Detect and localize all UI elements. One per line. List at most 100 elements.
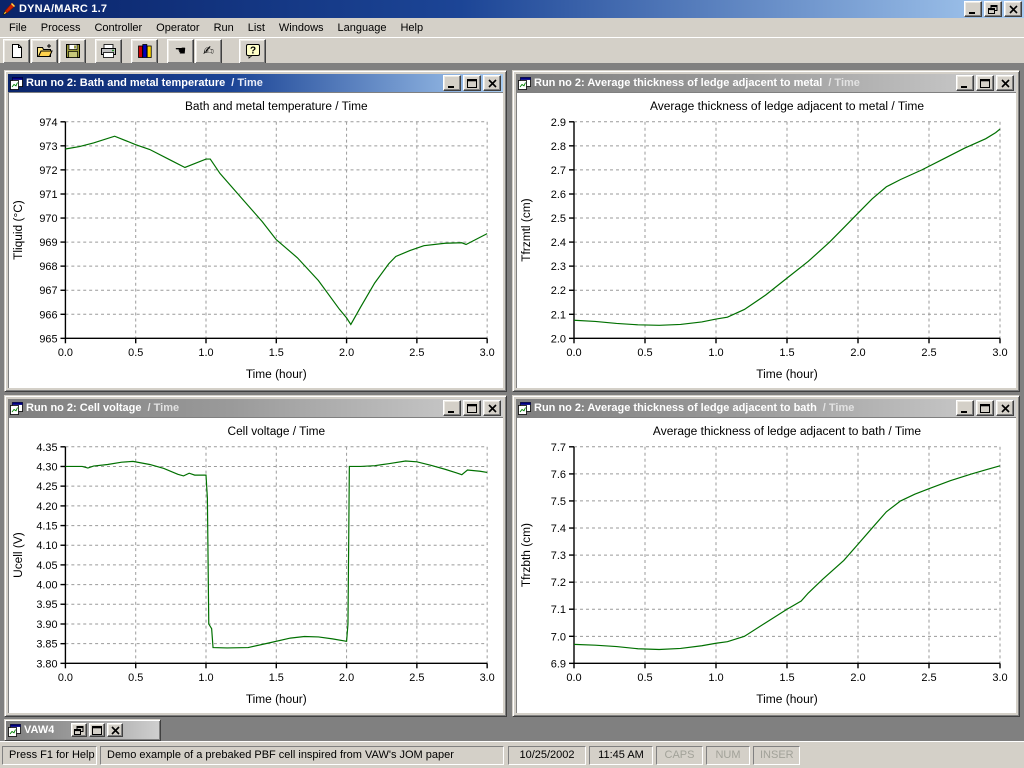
svg-text:7.5: 7.5 <box>551 496 566 508</box>
save-file-button[interactable] <box>59 39 86 64</box>
svg-text:1.5: 1.5 <box>269 347 284 359</box>
minimize-button[interactable] <box>956 75 974 91</box>
svg-text:2.5: 2.5 <box>921 347 936 359</box>
help-button[interactable]: ? <box>239 39 266 64</box>
window-title-suffix: / Time <box>823 402 855 414</box>
svg-text:7.6: 7.6 <box>551 469 566 481</box>
svg-text:7.0: 7.0 <box>551 631 566 643</box>
menu-run[interactable]: Run <box>207 20 241 36</box>
maximize-button[interactable] <box>463 75 481 91</box>
window-caption-buttons <box>956 75 1014 91</box>
statusbar: Press F1 for Help Demo example of a preb… <box>0 741 1024 768</box>
chart-client-area: 2.92.82.72.62.52.42.32.22.12.00.00.51.01… <box>516 92 1016 388</box>
window-titlebar[interactable]: Run no 2: Average thickness of ledge adj… <box>516 74 1016 92</box>
menu-windows[interactable]: Windows <box>272 20 331 36</box>
window-title-suffix: / Time <box>148 402 180 414</box>
svg-text:Tfrzmtl (cm): Tfrzmtl (cm) <box>519 198 533 261</box>
print-button[interactable] <box>95 39 122 64</box>
svg-text:2.9: 2.9 <box>551 117 566 129</box>
app-close-button[interactable] <box>1004 1 1022 17</box>
svg-text:973: 973 <box>39 141 57 153</box>
window-titlebar[interactable]: Run no 2: Cell voltage / Time <box>8 399 503 417</box>
graph-library-button[interactable] <box>131 39 158 64</box>
menu-process[interactable]: Process <box>34 20 88 36</box>
svg-text:0.0: 0.0 <box>58 672 73 684</box>
minimize-button[interactable] <box>956 400 974 416</box>
new-document-button[interactable] <box>3 39 30 64</box>
window-caption-buttons <box>443 400 501 416</box>
help-icon: ? <box>245 43 261 59</box>
window-bath-metal-temperature: Run no 2: Bath and metal temperature / T… <box>4 70 507 392</box>
maximize-button[interactable] <box>463 400 481 416</box>
svg-text:2.0: 2.0 <box>339 347 354 359</box>
hand-point-document-icon: ☚ <box>175 45 187 58</box>
window-icon <box>518 402 531 415</box>
window-ledge-bath: Run no 2: Average thickness of ledge adj… <box>512 395 1020 717</box>
application-window: DYNA/MARC 1.7 File Process Controller Op… <box>0 0 1024 768</box>
close-button[interactable] <box>107 723 123 737</box>
minimize-button[interactable] <box>443 75 461 91</box>
svg-text:2.6: 2.6 <box>551 189 566 201</box>
close-button[interactable] <box>996 400 1014 416</box>
svg-text:968: 968 <box>39 261 57 273</box>
window-title: Run no 2: Cell voltage <box>26 402 142 414</box>
svg-text:3.0: 3.0 <box>480 347 495 359</box>
app-titlebar[interactable]: DYNA/MARC 1.7 <box>0 0 1024 18</box>
menu-list[interactable]: List <box>241 20 272 36</box>
svg-text:2.3: 2.3 <box>551 261 566 273</box>
svg-text:7.2: 7.2 <box>551 577 566 589</box>
app-icon <box>2 2 16 16</box>
svg-text:965: 965 <box>39 333 57 345</box>
menu-help[interactable]: Help <box>393 20 430 36</box>
menu-operator[interactable]: Operator <box>149 20 206 36</box>
svg-text:0.5: 0.5 <box>637 672 652 684</box>
svg-text:Tfrzbth (cm): Tfrzbth (cm) <box>519 523 533 587</box>
svg-text:Average thickness of ledge adj: Average thickness of ledge adjacent to m… <box>650 99 924 113</box>
hand-point-document-button[interactable]: ☚ <box>167 39 194 64</box>
open-folder-icon <box>36 43 53 59</box>
svg-text:1.5: 1.5 <box>269 672 284 684</box>
window-titlebar[interactable]: Run no 2: Bath and metal temperature / T… <box>8 74 503 92</box>
window-title-suffix: / Time <box>231 77 263 89</box>
svg-text:7.3: 7.3 <box>551 550 566 562</box>
svg-text:?: ? <box>249 46 255 57</box>
chart-client-area: 7.77.67.57.47.37.27.17.06.90.00.51.01.52… <box>516 417 1016 713</box>
svg-text:7.4: 7.4 <box>551 523 566 535</box>
chart-ledge-metal-thickness: 2.92.82.72.62.52.42.32.22.12.00.00.51.01… <box>516 92 1016 388</box>
window-icon <box>8 724 21 737</box>
window-icon <box>10 77 23 90</box>
app-minimize-button[interactable] <box>964 1 982 17</box>
menu-language[interactable]: Language <box>331 20 394 36</box>
maximize-button[interactable] <box>976 75 994 91</box>
close-button[interactable] <box>483 400 501 416</box>
maximize-button[interactable] <box>976 400 994 416</box>
window-title: Run no 2: Average thickness of ledge adj… <box>534 77 822 89</box>
svg-text:0.0: 0.0 <box>58 347 73 359</box>
open-file-button[interactable] <box>31 39 58 64</box>
restore-button[interactable] <box>71 723 87 737</box>
svg-text:1.5: 1.5 <box>779 347 794 359</box>
menu-file[interactable]: File <box>2 20 34 36</box>
menu-controller[interactable]: Controller <box>87 20 149 36</box>
svg-text:4.10: 4.10 <box>36 540 57 552</box>
svg-text:2.1: 2.1 <box>551 309 566 321</box>
svg-text:2.5: 2.5 <box>409 347 424 359</box>
chart-client-area: 9749739729719709699689679669650.00.51.01… <box>8 92 503 388</box>
status-date: 10/25/2002 <box>508 746 586 765</box>
window-titlebar[interactable]: Run no 2: Average thickness of ledge adj… <box>516 399 1016 417</box>
svg-text:4.35: 4.35 <box>36 442 57 454</box>
hand-write-report-button[interactable]: ✍ <box>195 39 222 64</box>
window-titlebar[interactable]: VAW4 <box>6 721 159 739</box>
svg-text:1.0: 1.0 <box>708 347 723 359</box>
close-button[interactable] <box>996 75 1014 91</box>
app-restore-button[interactable] <box>984 1 1002 17</box>
svg-text:3.80: 3.80 <box>36 658 57 670</box>
svg-text:0.5: 0.5 <box>128 672 143 684</box>
svg-text:2.5: 2.5 <box>921 672 936 684</box>
close-button[interactable] <box>483 75 501 91</box>
window-caption-buttons <box>443 75 501 91</box>
maximize-button[interactable] <box>89 723 105 737</box>
minimize-button[interactable] <box>443 400 461 416</box>
status-time: 11:45 AM <box>589 746 653 765</box>
svg-text:2.2: 2.2 <box>551 285 566 297</box>
